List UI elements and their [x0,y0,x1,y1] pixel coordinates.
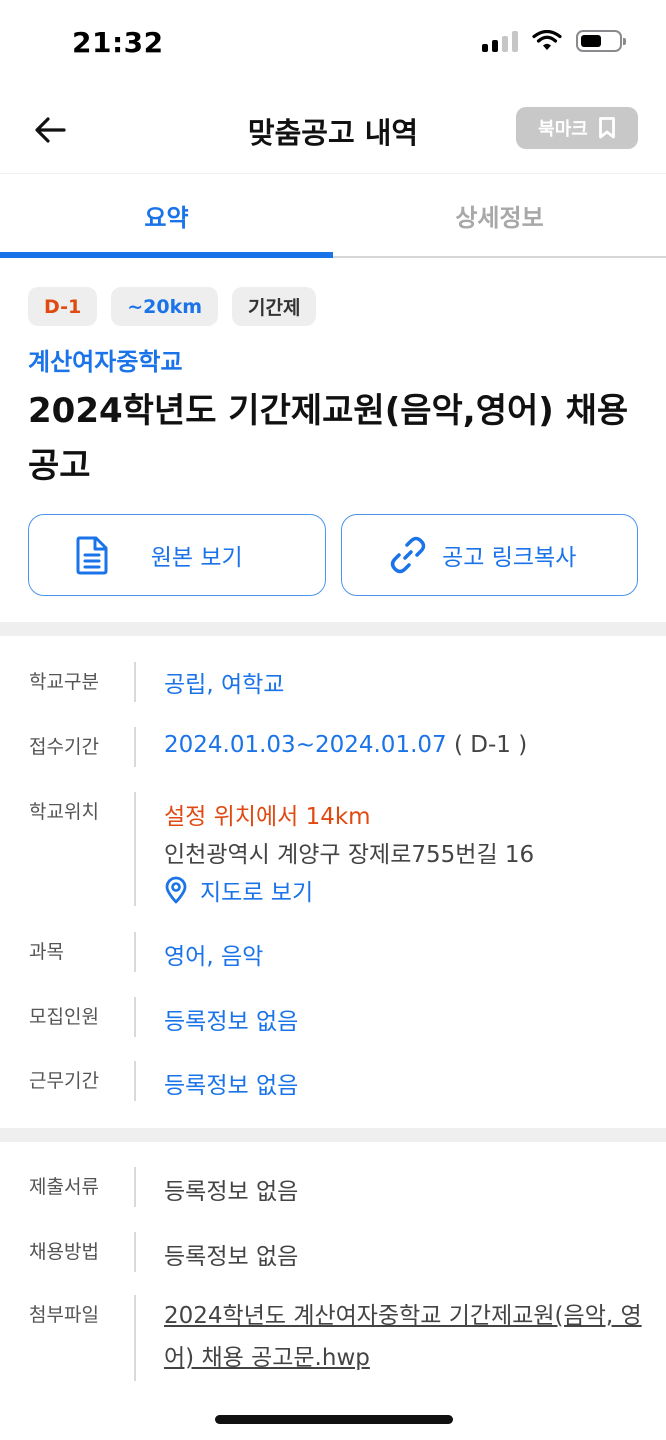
period-dates: 2024.01.03~2024.01.07 [164,732,447,758]
info-value: 공립, 여학교 [164,672,285,698]
info-value: 등록정보 없음 [164,1073,299,1099]
info-value: 등록정보 없음 [164,1009,299,1035]
battery-icon [576,30,626,52]
document-icon [76,536,108,575]
location-distance: 설정 위치에서 14km [164,804,371,830]
row-separator [134,1232,136,1272]
view-original-label: 원본 보기 [150,545,243,571]
tab-summary[interactable]: 요약 [0,174,333,258]
info-value: 2024.01.03~2024.01.07 ( D-1 ) [164,732,527,758]
info-value: 등록정보 없음 [164,1179,299,1205]
bookmark-button[interactable]: 북마크 [516,107,638,149]
dday-tag: D-1 [28,287,98,326]
attachment-link[interactable]: 2024학년도 계산여자중학교 기간제교원(음악, 영어) 채용 공고문.hwp [164,1295,644,1379]
bookmark-icon [598,117,615,139]
location-pin-icon [165,876,187,904]
signal-icon [482,30,518,52]
home-indicator [215,1415,453,1424]
row-separator [134,997,136,1037]
info-label: 학교구분 [29,671,99,693]
header: 맞춤공고 내역 북마크 [0,88,666,174]
info-label: 접수기간 [29,736,99,758]
location-address: 인천광역시 계양구 장제로755번길 16 [164,842,535,868]
link-icon [390,536,425,574]
tab-bar: 요약 상세정보 [0,174,666,258]
row-separator [134,932,136,972]
info-label: 과목 [29,941,64,963]
row-separator [134,1061,136,1101]
info-label: 모집인원 [29,1006,99,1028]
row-separator [134,662,136,702]
info-label: 학교위치 [29,801,99,823]
info-value: 영어, 음악 [164,944,264,970]
info-label: 제출서류 [29,1176,99,1198]
wifi-icon [532,30,562,50]
status-bar: 21:32 [0,0,666,88]
info-label: 첨부파일 [29,1304,99,1326]
map-link-label: 지도로 보기 [200,880,314,906]
section-divider [0,622,666,636]
row-separator [134,792,136,906]
period-dday: ( D-1 ) [453,732,528,758]
info-label: 채용방법 [29,1241,99,1263]
row-separator [134,727,136,767]
type-tag: 기간제 [232,287,317,326]
bookmark-label: 북마크 [538,119,588,140]
row-separator [134,1295,136,1381]
tag-list: D-1 ~20km 기간제 [28,287,317,326]
status-time: 21:32 [72,26,164,59]
post-title: 2024학년도 기간제교원(음악,영어) 채용 공고 [28,391,629,486]
row-separator [134,1167,136,1207]
view-original-button[interactable]: 원본 보기 [28,514,326,596]
copy-link-label: 공고 링크복사 [442,545,577,571]
section-divider [0,1128,666,1142]
copy-link-button[interactable]: 공고 링크복사 [340,514,638,596]
info-value: 등록정보 없음 [164,1244,299,1270]
distance-tag: ~20km [111,287,219,326]
map-link[interactable]: 지도로 보기 [164,873,313,907]
action-buttons: 원본 보기 공고 링크복사 [28,514,638,596]
school-name: 계산여자중학교 [28,348,183,376]
info-label: 근무기간 [29,1070,99,1092]
status-icons [482,30,626,52]
tab-details[interactable]: 상세정보 [333,174,666,256]
